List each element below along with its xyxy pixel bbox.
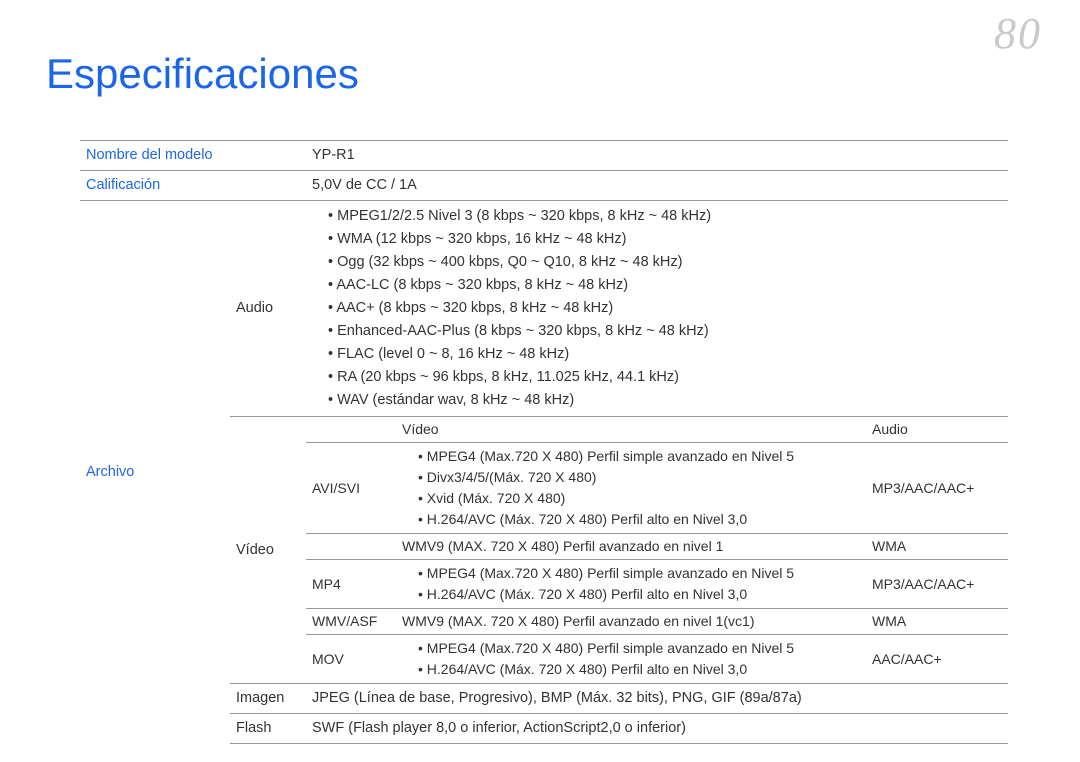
video-item: MPEG4 (Max.720 X 480) Perfil simple avan… [418,563,860,584]
row-label-model: Nombre del modelo [80,141,230,171]
container-name: AVI/SVI [306,443,396,534]
row-label-rating: Calificación [80,171,230,201]
row-label-file: Archivo [80,201,230,745]
audio-item: WAV (estándar wav, 8 kHz ~ 48 kHz) [328,389,1002,412]
audio-codec: MP3/AAC/AAC+ [866,560,1008,609]
video-codec-list: MPEG4 (Max.720 X 480) Perfil simple avan… [402,563,860,605]
audio-item: AAC-LC (8 kbps ~ 320 kbps, 8 kHz ~ 48 kH… [328,274,1002,297]
video-item: H.264/AVC (Máx. 720 X 480) Perfil alto e… [418,659,860,680]
container-name [306,534,396,560]
audio-codec: MP3/AAC/AAC+ [866,443,1008,534]
container-name: MOV [306,635,396,684]
video-item: H.264/AVC (Máx. 720 X 480) Perfil alto e… [418,584,860,605]
audio-codec: AAC/AAC+ [866,635,1008,684]
sub-label-video: Vídeo [230,417,306,684]
container-name: WMV/ASF [306,609,396,635]
row-value-image: JPEG (Línea de base, Progresivo), BMP (M… [306,684,1008,714]
sub-label-image: Imagen [230,684,306,714]
audio-item: AAC+ (8 kbps ~ 320 kbps, 8 kHz ~ 48 kHz) [328,297,1002,320]
audio-codec-list: MPEG1/2/2.5 Nivel 3 (8 kbps ~ 320 kbps, … [312,205,1002,412]
video-item: WMV9 (MAX. 720 X 480) Perfil avanzado en… [396,609,866,635]
video-item: Xvid (Máx. 720 X 480) [418,488,860,509]
audio-item: FLAC (level 0 ~ 8, 16 kHz ~ 48 kHz) [328,343,1002,366]
row-value-flash: SWF (Flash player 8,0 o inferior, Action… [306,714,1008,744]
audio-item: MPEG1/2/2.5 Nivel 3 (8 kbps ~ 320 kbps, … [328,205,1002,228]
video-codec-table: Vídeo Audio AVI/SVI MPEG4 (Max.720 X 480… [306,417,1008,683]
video-item: MPEG4 (Max.720 X 480) Perfil simple avan… [418,638,860,659]
audio-codec: WMA [866,609,1008,635]
video-item: WMV9 (MAX. 720 X 480) Perfil avanzado en… [396,534,866,560]
container-name: MP4 [306,560,396,609]
audio-codec: WMA [866,534,1008,560]
video-codec-list: MPEG4 (Max.720 X 480) Perfil simple avan… [402,638,860,680]
video-item: H.264/AVC (Máx. 720 X 480) Perfil alto e… [418,509,860,530]
col-video: Vídeo [396,417,866,443]
page-title: Especificaciones [46,50,359,98]
video-codec-list: MPEG4 (Max.720 X 480) Perfil simple avan… [402,446,860,530]
col-container-empty [306,417,396,443]
sub-label-flash: Flash [230,714,306,744]
page-number: 80 [994,8,1042,59]
row-value-model: YP-R1 [306,141,1008,171]
audio-item: Ogg (32 kbps ~ 400 kbps, Q0 ~ Q10, 8 kHz… [328,251,1002,274]
col-audio: Audio [866,417,1008,443]
row-value-rating: 5,0V de CC / 1A [306,171,1008,201]
video-item: Divx3/4/5/(Máx. 720 X 480) [418,467,860,488]
audio-item: Enhanced-AAC-Plus (8 kbps ~ 320 kbps, 8 … [328,320,1002,343]
audio-item: RA (20 kbps ~ 96 kbps, 8 kHz, 11.025 kHz… [328,366,1002,389]
sub-label-audio: Audio [230,201,306,417]
video-item: MPEG4 (Max.720 X 480) Perfil simple avan… [418,446,860,467]
spec-table: Nombre del modelo YP-R1 Calificación 5,0… [80,140,1008,744]
audio-item: WMA (12 kbps ~ 320 kbps, 16 kHz ~ 48 kHz… [328,228,1002,251]
